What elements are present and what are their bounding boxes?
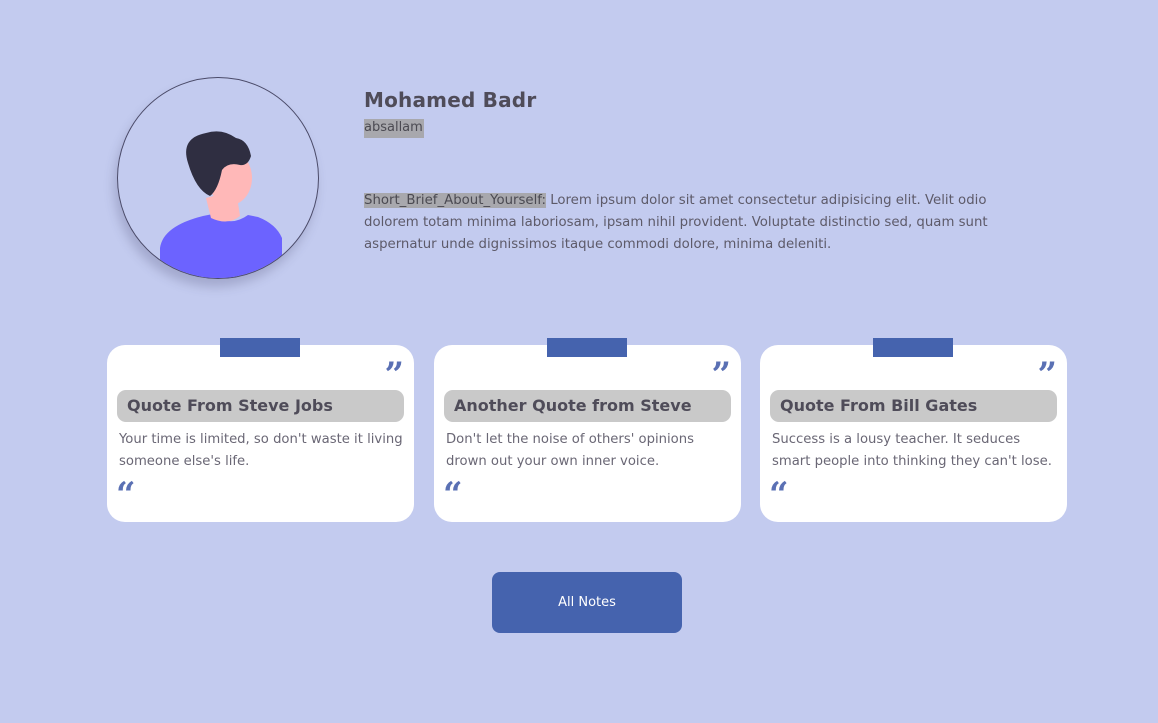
open-quote-icon: “ — [769, 478, 789, 500]
close-quote-icon: ” — [711, 358, 731, 380]
person-avatar-icon — [160, 131, 282, 278]
quote-text: Success is a lousy teacher. It seduces s… — [772, 432, 1052, 469]
profile-page: Mohamed Badr absallam Short_Brief_About_… — [0, 0, 1158, 723]
card-tab — [547, 338, 627, 357]
bio-label: Short_Brief_About_Yourself: — [364, 193, 546, 208]
quote-title: Quote From Bill Gates — [770, 390, 1057, 422]
profile-bio: Short_Brief_About_Yourself: Lorem ipsum … — [364, 190, 1014, 256]
quote-title: Quote From Steve Jobs — [117, 390, 404, 422]
card-tab — [220, 338, 300, 357]
quote-card: ” Quote From Steve Jobs Your time is lim… — [107, 338, 414, 522]
profile-name: Mohamed Badr — [364, 88, 537, 112]
all-notes-button[interactable]: All Notes — [492, 572, 682, 633]
quote-card: ” Quote From Bill Gates Success is a lou… — [760, 338, 1067, 522]
quote-text: Don't let the noise of others' opinions … — [446, 432, 694, 469]
card-tab — [873, 338, 953, 357]
avatar — [117, 77, 319, 279]
open-quote-icon: “ — [116, 478, 136, 500]
close-quote-icon: ” — [1037, 358, 1057, 380]
open-quote-icon: “ — [443, 478, 463, 500]
quote-text: Your time is limited, so don't waste it … — [119, 432, 403, 469]
profile-username: absallam — [364, 119, 424, 138]
quote-card: ” Another Quote from Steve Don't let the… — [434, 338, 741, 522]
quote-title: Another Quote from Steve — [444, 390, 731, 422]
close-quote-icon: ” — [384, 358, 404, 380]
